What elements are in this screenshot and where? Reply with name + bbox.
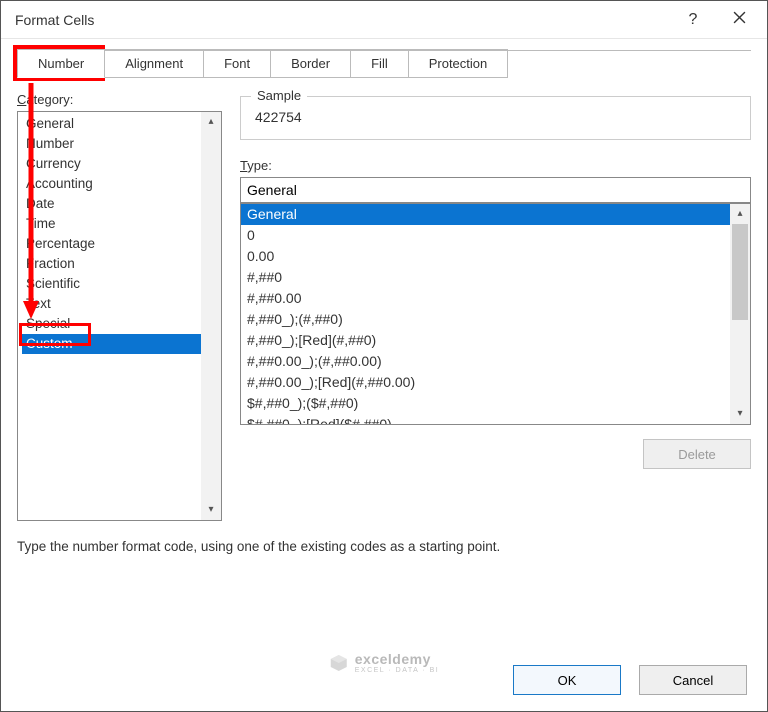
category-item-time[interactable]: Time [22, 214, 201, 234]
sample-value: 422754 [251, 107, 740, 129]
watermark-brand: exceldemy [355, 651, 431, 667]
format-item[interactable]: $#,##0_);($#,##0) [241, 393, 730, 414]
category-item-fraction[interactable]: Fraction [22, 254, 201, 274]
watermark: exceldemy EXCEL · DATA · BI [329, 651, 440, 675]
category-item-text[interactable]: Text [22, 294, 201, 314]
category-item-custom[interactable]: Custom [22, 334, 201, 354]
category-column: Category: GeneralNumberCurrencyAccountin… [17, 92, 222, 521]
format-scrollbar[interactable]: ▴ ▾ [730, 204, 750, 424]
format-item[interactable]: #,##0.00 [241, 288, 730, 309]
close-button[interactable] [725, 4, 753, 36]
help-button[interactable]: ? [679, 4, 707, 36]
category-item-date[interactable]: Date [22, 194, 201, 214]
sample-groupbox: Sample 422754 [240, 96, 751, 140]
category-scrollbar[interactable]: ▴ ▾ [201, 112, 221, 520]
watermark-sub: EXCEL · DATA · BI [355, 667, 440, 675]
format-item[interactable]: General [241, 204, 730, 225]
scroll-down-icon[interactable]: ▾ [730, 404, 750, 424]
scroll-up-icon[interactable]: ▴ [730, 204, 750, 224]
right-column: Sample 422754 Type: General00.00#,##0#,#… [240, 92, 751, 521]
format-item[interactable]: #,##0 [241, 267, 730, 288]
format-cells-dialog: Format Cells ? Number Alignment Font Bor… [0, 0, 768, 712]
titlebar: Format Cells ? [1, 1, 767, 39]
format-item[interactable]: #,##0.00_);(#,##0.00) [241, 351, 730, 372]
category-item-special[interactable]: Special [22, 314, 201, 334]
hint-text: Type the number format code, using one o… [17, 539, 751, 554]
scroll-up-icon[interactable]: ▴ [201, 112, 221, 132]
format-item[interactable]: 0 [241, 225, 730, 246]
tab-border[interactable]: Border [271, 49, 351, 78]
tab-alignment[interactable]: Alignment [105, 49, 204, 78]
tab-protection[interactable]: Protection [409, 49, 509, 78]
category-label: Category: [17, 92, 222, 107]
format-item[interactable]: #,##0_);(#,##0) [241, 309, 730, 330]
tab-content: Category: GeneralNumberCurrencyAccountin… [1, 78, 767, 665]
category-item-scientific[interactable]: Scientific [22, 274, 201, 294]
tab-underline [17, 50, 751, 51]
tab-fill[interactable]: Fill [351, 49, 409, 78]
category-item-number[interactable]: Number [22, 134, 201, 154]
type-input[interactable] [240, 177, 751, 203]
ok-button[interactable]: OK [513, 665, 621, 695]
format-item[interactable]: $#,##0_);[Red]($#,##0) [241, 414, 730, 425]
format-item[interactable]: #,##0_);[Red](#,##0) [241, 330, 730, 351]
category-item-general[interactable]: General [22, 114, 201, 134]
category-listbox[interactable]: GeneralNumberCurrencyAccountingDateTimeP… [17, 111, 222, 521]
window-title: Format Cells [15, 12, 94, 28]
scroll-down-icon[interactable]: ▾ [201, 500, 221, 520]
category-item-percentage[interactable]: Percentage [22, 234, 201, 254]
category-item-accounting[interactable]: Accounting [22, 174, 201, 194]
tab-font[interactable]: Font [204, 49, 271, 78]
category-item-currency[interactable]: Currency [22, 154, 201, 174]
watermark-icon [329, 653, 349, 673]
scrollbar-thumb[interactable] [732, 224, 748, 320]
sample-legend: Sample [251, 88, 307, 103]
tab-number[interactable]: Number [17, 49, 105, 78]
format-item[interactable]: #,##0.00_);[Red](#,##0.00) [241, 372, 730, 393]
titlebar-buttons: ? [679, 4, 763, 36]
cancel-button[interactable]: Cancel [639, 665, 747, 695]
tab-strip: Number Alignment Font Border Fill Protec… [17, 49, 767, 78]
type-label: Type: [240, 158, 751, 173]
delete-button: Delete [643, 439, 751, 469]
format-listbox[interactable]: General00.00#,##0#,##0.00#,##0_);(#,##0)… [240, 203, 751, 425]
format-item[interactable]: 0.00 [241, 246, 730, 267]
